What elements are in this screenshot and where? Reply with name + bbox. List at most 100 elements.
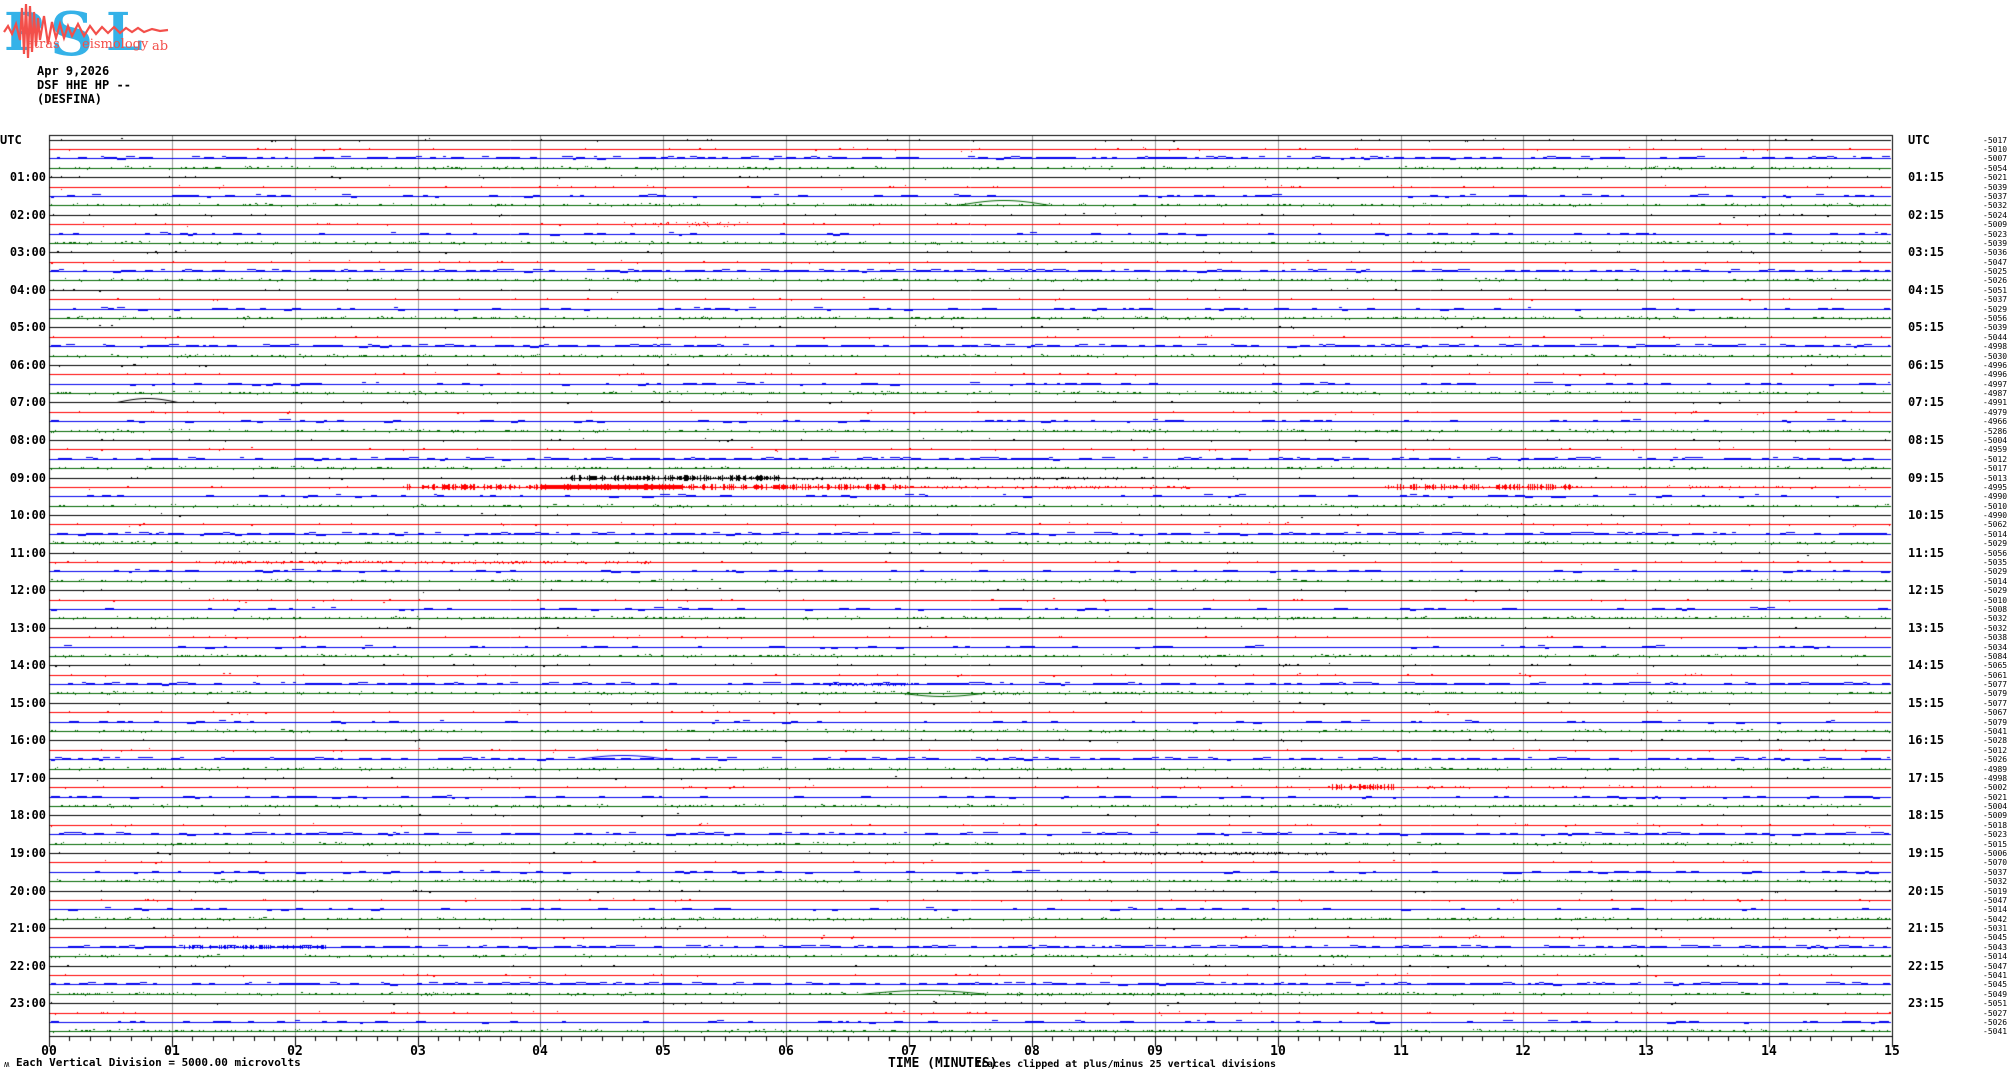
trace-offset-value: -5014: [1983, 577, 2008, 586]
trace-offset-value: -5051: [1983, 286, 2008, 295]
left-time-label: 01:00: [9, 170, 46, 184]
trace-offset-value: -5039: [1983, 239, 2008, 248]
right-time-label: 18:15: [1908, 808, 1945, 822]
trace-offset-value: -5032: [1983, 624, 2008, 633]
left-time-label: 14:00: [9, 658, 46, 672]
clip-note: Traces clipped at plus/minus 25 vertical…: [975, 1059, 1277, 1070]
trace-offset-value: -5070: [1983, 858, 2008, 867]
trace-offset-value: -4998: [1983, 774, 2008, 783]
left-time-label: 09:00: [9, 471, 46, 485]
trace-offset-value: -5018: [1983, 821, 2008, 830]
trace-offset-value: -5032: [1983, 614, 2008, 623]
left-time-label: 13:00: [9, 621, 46, 635]
logo-word-ab: ab: [152, 39, 168, 54]
left-time-label: 05:00: [9, 320, 46, 334]
right-time-label: 23:15: [1908, 996, 1945, 1010]
trace-offset-value: -5041: [1983, 1027, 2008, 1036]
trace-offset-value: -5047: [1983, 962, 2008, 971]
trace-offset-value: -4997: [1983, 380, 2008, 389]
trace-offset-value: -5023: [1983, 230, 2008, 239]
trace-offset-value: -4996: [1983, 370, 2008, 379]
trace-offset-value: -5286: [1983, 427, 2008, 436]
trace-offset-value: -4979: [1983, 408, 2008, 417]
trace-offset-value: -5039: [1983, 323, 2008, 332]
trace-offset-value: -5056: [1983, 549, 2008, 558]
trace-offset-value: -5042: [1983, 915, 2008, 924]
trace-offset-value: -5067: [1983, 708, 2008, 717]
trace-offset-value: -4990: [1983, 511, 2008, 520]
left-time-label: 23:00: [9, 996, 46, 1010]
trace-offset-value: -5045: [1983, 980, 2008, 989]
trace-offset-value: -5023: [1983, 830, 2008, 839]
trace-offset-value: -5028: [1983, 736, 2008, 745]
trace-offset-value: -5062: [1983, 520, 2008, 529]
trace-offset-value: -5079: [1983, 718, 2008, 727]
trace-offset-value: -5034: [1983, 643, 2008, 652]
left-time-label: 19:00: [9, 846, 46, 860]
x-axis-tick-label: 05: [655, 1044, 671, 1059]
trace-offset-value: -4990: [1983, 492, 2008, 501]
left-time-label: 15:00: [9, 696, 46, 710]
left-time-label: 04:00: [9, 283, 46, 297]
header-location: (DESFINA): [37, 92, 103, 106]
trace-offset-value: -5035: [1983, 558, 2008, 567]
left-time-label: 21:00: [9, 921, 46, 935]
trace-offset-value: -5027: [1983, 1009, 2008, 1018]
utc-label-left: UTC: [0, 133, 22, 147]
left-time-label: 03:00: [9, 245, 46, 259]
right-time-label: 12:15: [1908, 583, 1945, 597]
trace-offset-value: -4987: [1983, 389, 2008, 398]
x-axis-tick-label: 03: [410, 1044, 426, 1059]
trace-offset-value: -5010: [1983, 502, 2008, 511]
psl-logo: P S L atras eismology ab: [3, 0, 169, 62]
x-axis-tick-label: 10: [1270, 1044, 1286, 1059]
trace-offset-value: -5015: [1983, 840, 2008, 849]
right-time-label: 05:15: [1908, 320, 1945, 334]
left-time-label: 20:00: [9, 884, 46, 898]
trace-offset-value: -5079: [1983, 689, 2008, 698]
x-axis-tick-label: 08: [1024, 1044, 1040, 1059]
trace-offset-value: -5054: [1983, 164, 2008, 173]
trace-offset-value: -5037: [1983, 868, 2008, 877]
left-time-label: 10:00: [9, 508, 46, 522]
trace-offset-value: -5024: [1983, 211, 2008, 220]
trace-offset-value: -5051: [1983, 999, 2008, 1008]
helicorder-plot-canvas: [0, 0, 2010, 1080]
right-time-label: 15:15: [1908, 696, 1945, 710]
trace-offset-value: -5017: [1983, 136, 2008, 145]
trace-offset-value: -5021: [1983, 793, 2008, 802]
right-time-label: 04:15: [1908, 283, 1945, 297]
right-time-label: 03:15: [1908, 245, 1945, 259]
trace-offset-value: -4989: [1983, 765, 2008, 774]
trace-offset-value: -5031: [1983, 924, 2008, 933]
trace-offset-value: -5045: [1983, 933, 2008, 942]
trace-offset-value: -5014: [1983, 905, 2008, 914]
seismogram-page: P S L atras eismology ab Apr 9,2026 DSF …: [0, 0, 2010, 1080]
trace-offset-value: -5049: [1983, 990, 2008, 999]
right-time-label: 08:15: [1908, 433, 1945, 447]
right-time-label: 17:15: [1908, 771, 1945, 785]
left-time-label: 06:00: [9, 358, 46, 372]
trace-offset-value: -5026: [1983, 755, 2008, 764]
left-time-label: 16:00: [9, 733, 46, 747]
logo-letter-l: L: [106, 2, 143, 62]
trace-offset-value: -5012: [1983, 455, 2008, 464]
trace-offset-value: -5010: [1983, 145, 2008, 154]
trace-offset-value: -5025: [1983, 267, 2008, 276]
trace-offset-value: -5077: [1983, 699, 2008, 708]
right-time-label: 16:15: [1908, 733, 1945, 747]
right-time-label: 02:15: [1908, 208, 1945, 222]
trace-offset-value: -5004: [1983, 802, 2008, 811]
right-time-label: 11:15: [1908, 546, 1945, 560]
trace-offset-value: -5002: [1983, 783, 2008, 792]
trace-offset-value: -5032: [1983, 201, 2008, 210]
trace-offset-value: -5047: [1983, 896, 2008, 905]
trace-offset-value: -4991: [1983, 398, 2008, 407]
right-time-label: 22:15: [1908, 959, 1945, 973]
x-axis-tick-label: 12: [1515, 1044, 1531, 1059]
trace-offset-value: -5039: [1983, 183, 2008, 192]
trace-offset-value: -4998: [1983, 342, 2008, 351]
corner-glyph: ʍ: [4, 1060, 10, 1070]
right-time-label: 20:15: [1908, 884, 1945, 898]
trace-offset-value: -5030: [1983, 352, 2008, 361]
